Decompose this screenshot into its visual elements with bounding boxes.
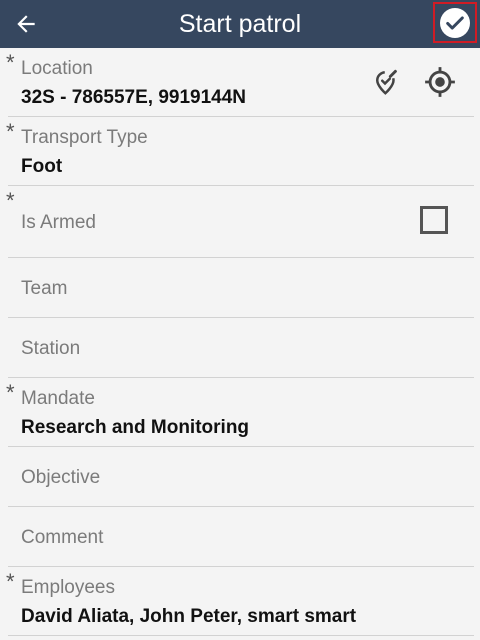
current-location-button[interactable] — [422, 64, 458, 100]
patrol-form: * Location 32S - 786557E, 9919144N * Tra… — [0, 48, 480, 636]
is-armed-checkbox[interactable] — [420, 206, 448, 234]
back-button[interactable] — [8, 6, 44, 42]
map-pin-edit-icon — [375, 69, 397, 95]
location-label: Location — [21, 58, 93, 79]
app-bar: Start patrol — [0, 0, 480, 48]
transport-type-value: Foot — [21, 156, 63, 177]
employees-value: David Aliata, John Peter, smart smart — [21, 606, 357, 627]
employees-field[interactable]: * Employees David Aliata, John Peter, sm… — [6, 567, 474, 636]
check-icon — [446, 15, 464, 30]
required-marker: * — [6, 380, 15, 405]
page-title: Start patrol — [178, 10, 302, 38]
station-label: Station — [21, 338, 81, 359]
confirm-button[interactable] — [433, 2, 477, 43]
edit-location-button[interactable] — [368, 64, 404, 100]
transport-type-field[interactable]: * Transport Type Foot — [6, 117, 474, 186]
required-marker: * — [6, 569, 15, 594]
arrow-left-icon — [17, 15, 35, 33]
gps-target-icon — [425, 67, 455, 97]
team-field[interactable]: Team — [8, 258, 474, 318]
comment-label: Comment — [21, 527, 104, 548]
station-field[interactable]: Station — [8, 318, 474, 378]
is-armed-field: * Is Armed — [6, 186, 474, 258]
objective-field[interactable]: Objective — [8, 447, 474, 507]
required-marker: * — [6, 50, 15, 75]
mandate-field[interactable]: * Mandate Research and Monitoring — [6, 378, 474, 447]
location-value: 32S - 786557E, 9919144N — [21, 87, 247, 108]
mandate-value: Research and Monitoring — [21, 417, 250, 438]
transport-type-label: Transport Type — [21, 127, 148, 148]
comment-field[interactable]: Comment — [8, 507, 474, 567]
team-label: Team — [21, 278, 68, 299]
check-circle-icon — [440, 7, 470, 38]
is-armed-label: Is Armed — [21, 212, 96, 233]
mandate-label: Mandate — [21, 388, 95, 409]
employees-label: Employees — [21, 577, 115, 598]
location-field[interactable]: * Location 32S - 786557E, 9919144N — [6, 48, 474, 117]
required-marker: * — [6, 188, 15, 213]
required-marker: * — [6, 119, 15, 144]
objective-label: Objective — [21, 467, 101, 488]
